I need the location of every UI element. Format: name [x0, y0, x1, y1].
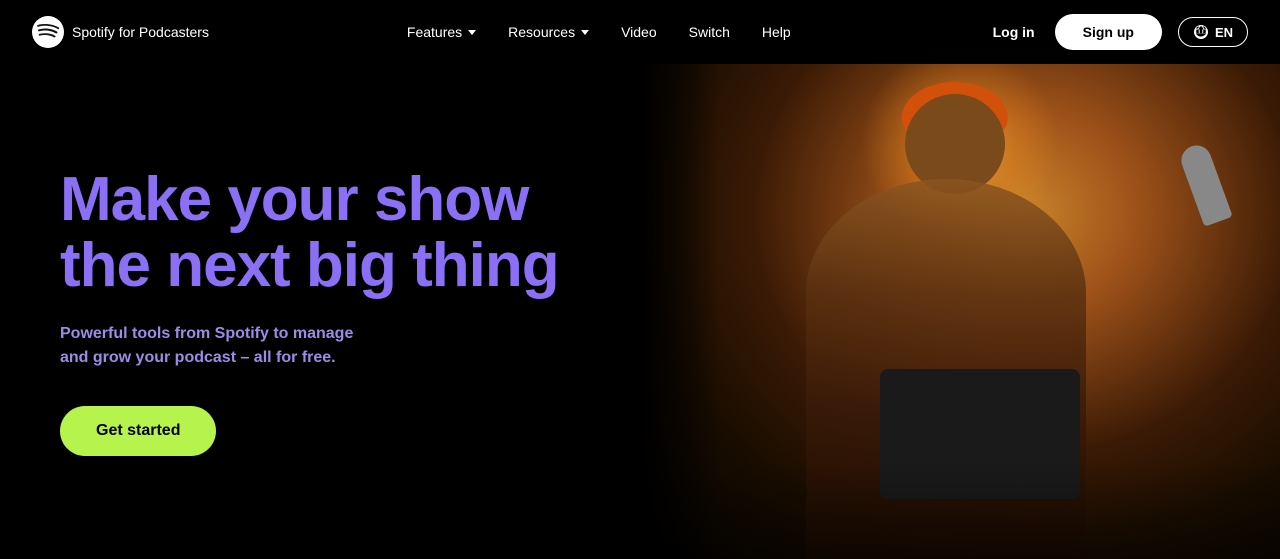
spotify-logo-icon — [32, 16, 64, 48]
hero-image-container — [640, 64, 1280, 559]
login-button[interactable]: Log in — [989, 16, 1039, 48]
hero-subtitle: Powerful tools from Spotify to manageand… — [60, 322, 460, 370]
chevron-down-icon — [581, 30, 589, 35]
nav-switch-label: Switch — [689, 24, 730, 40]
language-selector[interactable]: EN — [1178, 17, 1248, 47]
signup-label: Sign up — [1083, 24, 1134, 40]
hero-title-line2: the next big thing — [60, 231, 559, 300]
lang-label: EN — [1215, 25, 1233, 40]
signup-button[interactable]: Sign up — [1055, 14, 1162, 50]
hero-image — [640, 64, 1280, 559]
chevron-down-icon — [468, 30, 476, 35]
nav-features-label: Features — [407, 24, 462, 40]
nav-help-label: Help — [762, 24, 791, 40]
hero-title-line1: Make your show — [60, 165, 528, 234]
nav-right: Log in Sign up EN — [989, 14, 1248, 50]
logo-text: Spotify for Podcasters — [72, 24, 209, 40]
logo-brand: Spotify — [72, 24, 115, 40]
nav-resources-label: Resources — [508, 24, 575, 40]
hero-section: Make your show the next big thing Powerf… — [0, 64, 1280, 559]
microphone-shape — [1177, 141, 1233, 226]
globe-icon — [1193, 24, 1209, 40]
login-label: Log in — [993, 24, 1035, 40]
hero-left: Make your show the next big thing Powerf… — [0, 64, 640, 559]
logo-suffix: for Podcasters — [115, 24, 209, 40]
logo[interactable]: Spotify for Podcasters — [32, 16, 209, 48]
nav-link-help[interactable]: Help — [750, 16, 803, 48]
hero-title: Make your show the next big thing — [60, 167, 580, 297]
get-started-label: Get started — [96, 422, 180, 439]
get-started-button[interactable]: Get started — [60, 406, 216, 456]
nav-link-switch[interactable]: Switch — [677, 16, 742, 48]
nav-link-video[interactable]: Video — [609, 16, 669, 48]
image-gradient-overlay — [640, 459, 1280, 559]
nav-link-resources[interactable]: Resources — [496, 16, 601, 48]
image-left-fade — [640, 64, 720, 559]
nav-link-features[interactable]: Features — [395, 16, 488, 48]
nav-video-label: Video — [621, 24, 657, 40]
navbar: Spotify for Podcasters Features Resource… — [0, 0, 1280, 64]
nav-center-links: Features Resources Video Switch Help — [395, 16, 803, 48]
